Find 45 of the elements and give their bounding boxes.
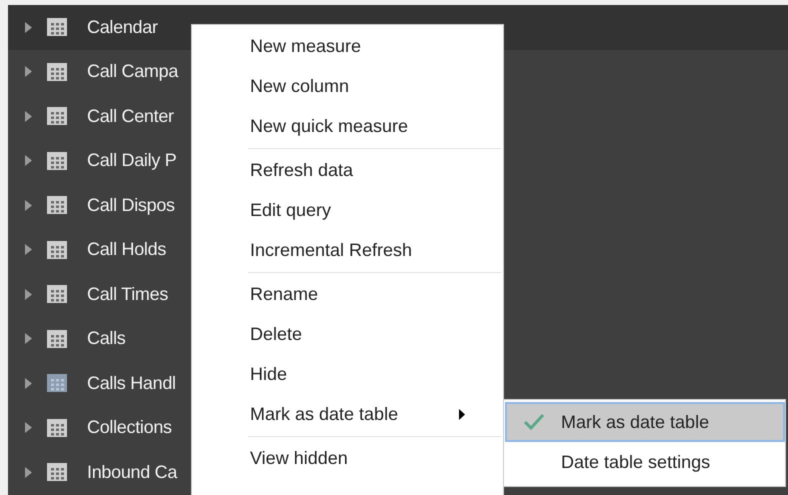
expand-arrow-icon[interactable]	[25, 378, 32, 389]
menu-item[interactable]: Incremental Refresh	[192, 230, 503, 270]
table-name: Call Campa	[87, 61, 178, 82]
table-name: Calls	[87, 328, 126, 350]
table-row[interactable]: Calls Handl	[8, 361, 191, 406]
expand-arrow-icon[interactable]	[25, 288, 32, 300]
table-row[interactable]: Inbound Ca	[8, 450, 191, 494]
table-row[interactable]: Call Holds	[8, 228, 191, 272]
table-row[interactable]: Call Center	[8, 94, 191, 138]
menu-item[interactable]: View hidden	[192, 438, 503, 479]
expand-arrow-icon[interactable]	[25, 110, 32, 122]
menu-item[interactable]: New column	[192, 66, 503, 106]
expand-arrow-icon[interactable]	[25, 155, 32, 166]
expand-arrow-icon[interactable]	[25, 244, 32, 256]
menu-item[interactable]: Edit query	[192, 190, 503, 230]
table-row[interactable]: Call Dispos	[8, 183, 191, 228]
table-name: Inbound Ca	[87, 462, 178, 483]
menu-item[interactable]: Hide	[192, 354, 503, 394]
table-name: Call Daily P	[87, 150, 176, 172]
table-name: Collections	[87, 417, 172, 438]
menu-item[interactable]: New measure	[192, 27, 503, 67]
menu-item[interactable]: Mark as date table	[192, 394, 503, 434]
menu-item[interactable]: Delete	[192, 314, 503, 354]
submenu-item[interactable]: Mark as date table	[505, 402, 785, 442]
table-name: Call Center	[87, 106, 174, 127]
submenu-item[interactable]: Date table settings	[505, 442, 785, 482]
table-name: Call Dispos	[87, 194, 175, 216]
expand-arrow-icon[interactable]	[25, 22, 32, 33]
menu-item[interactable]: New quick measure	[192, 106, 503, 146]
expand-arrow-icon[interactable]	[25, 466, 32, 478]
menu-item[interactable]: Rename	[192, 275, 503, 315]
expand-arrow-icon[interactable]	[25, 422, 32, 434]
table-name: Calendar	[87, 16, 158, 38]
expand-arrow-icon[interactable]	[25, 200, 32, 211]
table-row[interactable]: Call Daily P	[8, 138, 191, 183]
table-name: Call Times	[87, 284, 168, 305]
table-name: Calls Handl	[87, 372, 176, 394]
table-row[interactable]: Calls	[8, 316, 191, 361]
expand-arrow-icon[interactable]	[25, 66, 32, 78]
table-row[interactable]: Call Campa	[8, 50, 191, 94]
table-row[interactable]: Call Times	[8, 272, 191, 316]
table-name: Call Holds	[87, 239, 166, 260]
table-row[interactable]: Collections	[8, 406, 191, 450]
menu-item[interactable]: Refresh data	[192, 151, 503, 191]
expand-arrow-icon[interactable]	[25, 333, 32, 344]
